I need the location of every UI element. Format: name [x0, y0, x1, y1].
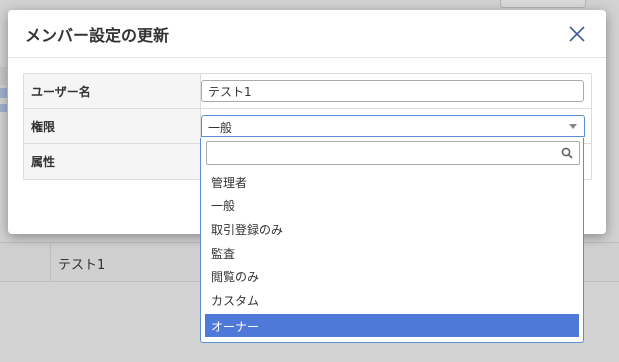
attribute-label: 属性 [31, 155, 56, 169]
background-link-fragment [0, 88, 7, 98]
close-icon [569, 26, 585, 42]
background-button [500, 0, 586, 8]
modal-title: メンバー設定の更新 [25, 26, 170, 45]
dropdown-option-transaction-only[interactable]: 取引登録のみ [205, 217, 579, 240]
role-selected-value: 一般 [208, 121, 233, 135]
username-label-cell: ユーザー名 [24, 74, 201, 108]
background-cell-divider [50, 243, 51, 281]
search-icon [561, 147, 573, 159]
dropdown-option-custom[interactable]: カスタム [205, 288, 579, 311]
background-link-fragment [0, 104, 7, 112]
dropdown-search-input[interactable] [206, 141, 580, 165]
dropdown-option-admin[interactable]: 管理者 [205, 170, 579, 193]
background-sidebar-fragment [0, 67, 7, 85]
username-input[interactable] [201, 80, 584, 102]
dropdown-option-view-only[interactable]: 閲覧のみ [205, 264, 579, 287]
chevron-down-icon [569, 124, 577, 129]
role-label: 権限 [31, 120, 56, 134]
attribute-label-cell: 属性 [24, 144, 201, 179]
role-label-cell: 権限 [24, 109, 201, 143]
dropdown-option-general[interactable]: 一般 [205, 193, 579, 216]
username-label: ユーザー名 [31, 85, 91, 99]
close-button[interactable] [566, 23, 588, 45]
dropdown-option-owner[interactable]: オーナー [205, 314, 579, 337]
background-row-name: テスト1 [58, 258, 106, 273]
dropdown-option-audit[interactable]: 監査 [205, 241, 579, 264]
form-row-username: ユーザー名 [24, 74, 591, 109]
modal-header: メンバー設定の更新 [8, 10, 606, 58]
role-dropdown: 管理者 一般 取引登録のみ 監査 閲覧のみ カスタム オーナー [200, 138, 584, 343]
role-select[interactable]: 一般 [201, 115, 585, 137]
